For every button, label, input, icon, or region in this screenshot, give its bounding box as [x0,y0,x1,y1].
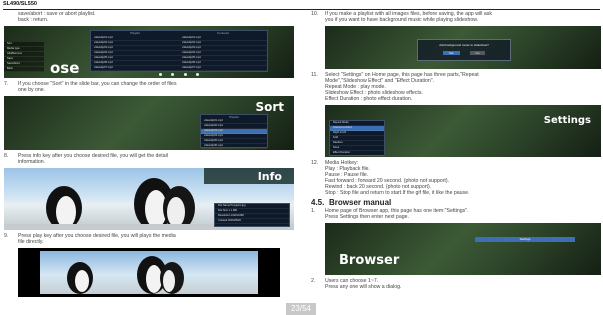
playlist-panel: Playlist Contents videoclip01.mp4 videoc… [90,30,268,72]
info-word: Info [257,170,282,183]
section-number: 4.5. [311,198,325,207]
playlist-right-list: videoclip01.mp4 videoclip02.mp4 videocli… [179,36,267,71]
dialog-yes-button[interactable]: Yes [442,51,460,55]
step-11-number: 11. [311,72,318,78]
info-panel: File Name Penguins.jpg File Size 1.1 MB … [214,203,290,227]
step-8-text-2: information. [18,159,46,165]
step-9-number: 9. [4,233,9,239]
settings-panel: Repeat Mode Slideshow Effect Right to le… [329,120,385,156]
info-row: Created 2016/05/20 [215,219,289,224]
browser-settings-bar[interactable]: Settings [475,237,575,242]
list-item: videoclip06.mp4 [201,144,267,149]
step-11-sub-3: Effect Duration : photo effect duration. [325,96,413,102]
penguins-illustration [67,256,184,294]
playlist-left-list: videoclip01.mp4 videoclip02.mp4 videocli… [91,36,179,71]
header-rule [3,9,600,10]
dialog-box: Add background music to slideshow? Yes N… [417,39,511,61]
playlist-rows: videoclip01.mp4 videoclip02.mp4 videocli… [91,36,267,71]
section-heading: 4.5. Browser manual [311,198,601,207]
step-12-sub-5: Stop : Stop file and return to start.If … [325,190,470,196]
sort-screenshot: Sort Playlist videoclip01.mp4 videoclip0… [4,96,294,150]
browser-step-1-text-2: Press Settings then enter next page. [325,214,409,220]
browser-step-2-sub-1: Press any one will show a dialog. [325,284,402,290]
step-12-number: 12. [311,160,319,166]
playlist-word: ose [50,59,80,77]
intro-line-back: back : return. [18,17,49,23]
play-frame [40,251,258,294]
dot-icon [196,73,200,76]
step-7-text-2: one by one. [18,87,46,93]
sidebar-panel: Sort Media type Add/Remove Save Save/Abo… [4,42,44,72]
sort-panel: Playlist videoclip01.mp4 videoclip02.mp4… [200,114,268,149]
play-screenshot [18,248,280,297]
settings-word: Settings [543,115,591,126]
left-column: save/abort : save or abort playlist. bac… [4,11,294,297]
list-item: videoclip07.mp4 [91,66,179,71]
settings-screenshot: Settings Repeat Mode Slideshow Effect Ri… [325,105,601,157]
step-10-text-2: you if you want to have background music… [325,17,479,23]
document-header-model: SL490/SL550 [3,1,37,7]
playlist-screenshot: Sort Media type Add/Remove Save Save/Abo… [4,26,294,78]
dialog-buttons: Yes No [418,51,510,55]
dialog-text: Add background music to slideshow? [439,43,489,47]
step-7-number: 7. [4,81,9,87]
settings-item-effect-duration[interactable]: Effect Duration [330,151,384,156]
browser-step-1-number: 1. [311,208,316,214]
dialog-screenshot: Add background music to slideshow? Yes N… [325,26,601,69]
info-screenshot: Info File Name Penguins.jpg File Size 1.… [4,168,294,230]
sidebar-item-back: Back [4,67,44,72]
step-8-number: 8. [4,153,9,159]
right-column: 10. If you make a playlist with all image… [311,11,601,290]
page-number: 23/54 [286,303,316,315]
dot-icon [183,73,187,76]
browser-step-2-number: 2. [311,278,316,284]
dot-icon [158,73,162,76]
dot-icon [171,73,175,76]
sort-word: Sort [255,100,284,114]
step-9-text-2: file directly. [18,239,44,245]
section-title: Browser manual [329,198,392,207]
list-item: videoclip07.mp4 [179,66,267,71]
dialog-no-button[interactable]: No [469,51,486,55]
browser-word: Browser [339,253,400,268]
browser-screenshot: Settings Browser [325,223,601,275]
nav-dots [154,73,204,76]
step-10-number: 10. [311,11,319,17]
